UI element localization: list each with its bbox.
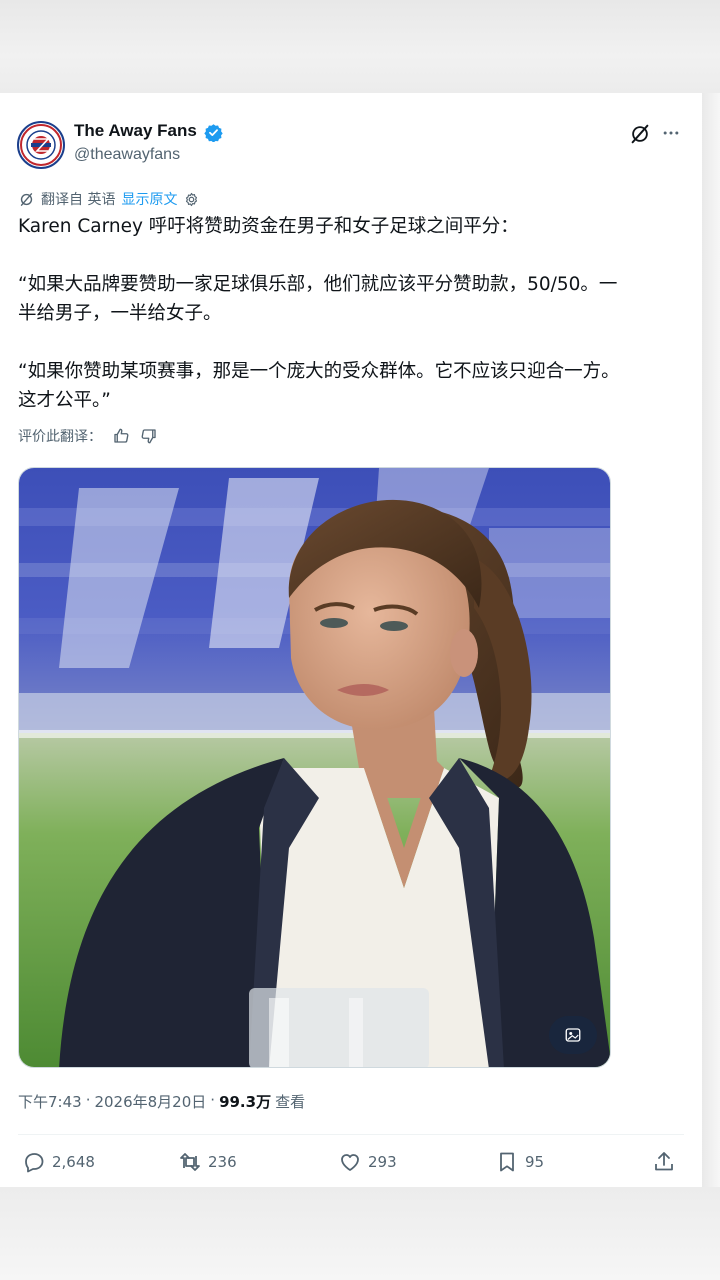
tweet-paragraph-3: “如果你赞助某项赛事，那是一个庞大的受众群体。它不应该只迎合一方。 这才公平。” — [18, 361, 620, 411]
rate-translation-label: 评价此翻译： — [18, 429, 102, 445]
show-original-link[interactable]: 显示原文 — [121, 189, 177, 209]
bookmark-icon — [500, 1152, 514, 1172]
views-label: 查看 — [275, 1093, 306, 1111]
like-button[interactable]: 293 — [338, 1150, 397, 1174]
heart-icon — [341, 1154, 359, 1171]
retweet-icon — [180, 1153, 200, 1171]
share-button[interactable] — [652, 1150, 676, 1174]
view-count: 99.3万 — [219, 1093, 272, 1111]
tweet-photo[interactable] — [18, 467, 611, 1068]
reply-count: 2,648 — [52, 1153, 95, 1171]
tweet-text: Karen Carney 呼吁将赞助资金在男子和女子足球之间平分： “如果大品牌… — [18, 212, 678, 415]
club-crest-icon — [20, 124, 62, 166]
verified-badge-icon — [204, 124, 223, 142]
image-description-icon — [565, 1028, 581, 1042]
tweet-meta: 下午7:43 · 2026年8月20日 · 99.3万 查看 — [18, 1091, 305, 1112]
reply-button[interactable]: 2,648 — [22, 1150, 95, 1174]
bookmark-count: 95 — [525, 1153, 545, 1171]
divider — [18, 1134, 684, 1135]
translation-bar: 翻译自 英语 显示原文 — [18, 188, 200, 210]
tweet-paragraph-1: Karen Carney 呼吁将赞助资金在男子和女子足球之间平分： — [18, 216, 519, 237]
reply-icon — [25, 1153, 44, 1173]
avatar[interactable] — [17, 121, 65, 169]
photo-woman-portrait — [19, 468, 610, 1067]
grok-icon[interactable] — [629, 123, 651, 145]
author-display-name[interactable]: The Away Fans — [74, 121, 197, 141]
more-icon[interactable] — [661, 122, 681, 144]
translated-from-label: 翻译自 英语 — [41, 192, 116, 208]
top-blur-background — [0, 0, 720, 93]
retweet-count: 236 — [208, 1153, 237, 1171]
share-icon — [655, 1152, 673, 1171]
meta-separator: · — [85, 1091, 91, 1109]
author-handle[interactable]: @theawayfans — [74, 146, 180, 164]
tweet-date[interactable]: 2026年8月20日 — [94, 1091, 206, 1112]
tweet-paragraph-2: “如果大品牌要赞助一家足球俱乐部，他们就应该平分赞助款，50/50。一 半给男子… — [18, 274, 618, 324]
meta-separator-2: · — [210, 1091, 216, 1109]
tweet-time[interactable]: 下午7:43 — [18, 1091, 82, 1112]
retweet-button[interactable]: 236 — [178, 1150, 237, 1174]
like-count: 293 — [368, 1153, 397, 1171]
thumbs-up-icon[interactable] — [112, 427, 130, 445]
grok-translate-icon — [20, 192, 33, 206]
image-description-button[interactable] — [549, 1016, 597, 1054]
thumbs-down-icon[interactable] — [140, 427, 158, 445]
gear-icon[interactable] — [183, 191, 200, 208]
rate-translation: 评价此翻译： — [18, 426, 158, 446]
card-edge — [702, 93, 720, 1187]
bottom-blur-background — [0, 1187, 720, 1280]
bookmark-button[interactable]: 95 — [495, 1150, 544, 1174]
